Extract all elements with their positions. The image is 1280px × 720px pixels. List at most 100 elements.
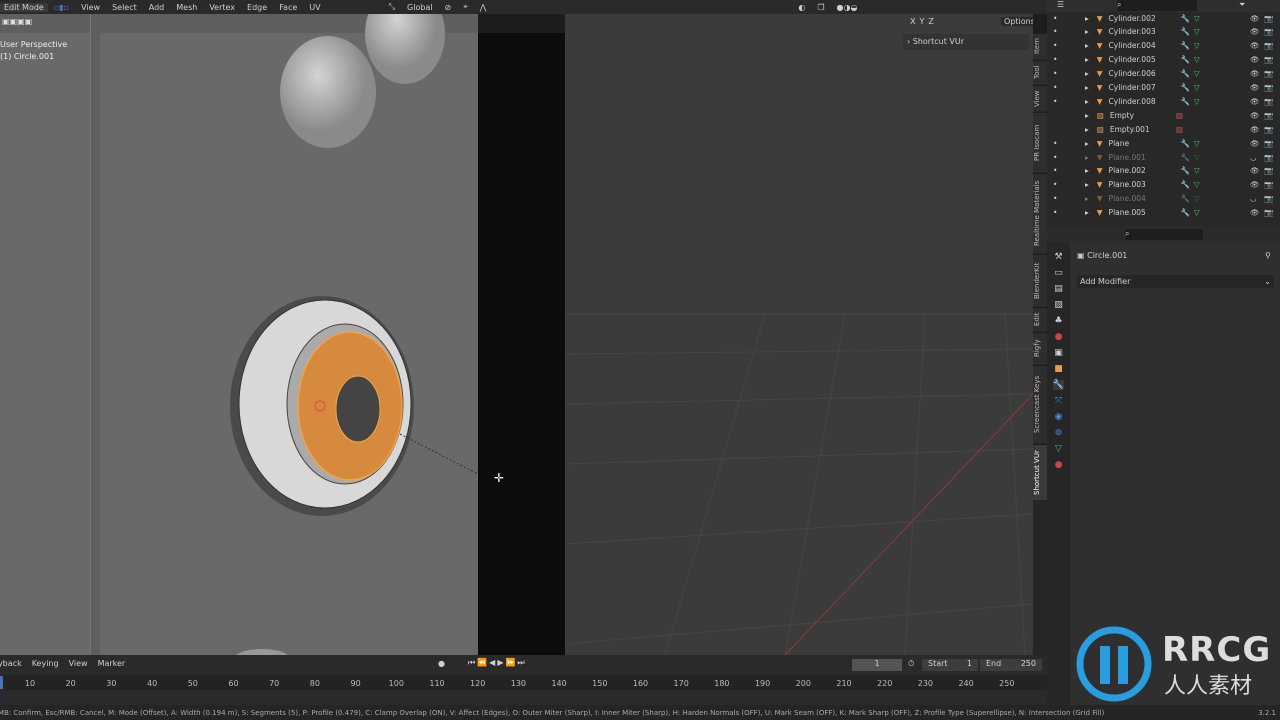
visibility-eye-icon[interactable]: 👁 — [1250, 111, 1260, 120]
start-frame-field[interactable]: Start 1 — [922, 659, 978, 671]
shortcut-vur-panel[interactable]: › Shortcut VUr — [903, 34, 1029, 50]
mode-select[interactable]: Edit Mode — [0, 2, 48, 12]
visibility-eye-icon[interactable]: 👁 — [1250, 208, 1260, 217]
visibility-eye-icon[interactable]: 👁 — [1250, 55, 1260, 64]
outliner-row[interactable]: • ▸ ▼ Cylinder.007 🔧 ▽ 👁 📷 — [1047, 81, 1280, 95]
expand-arrow-icon[interactable]: ▸ — [1085, 208, 1089, 217]
playback-menu[interactable]: Playback — [0, 659, 22, 668]
viewport-right[interactable]: X Y Z Options › Shortcut VUr — [565, 14, 1033, 655]
tool-tab-icon[interactable]: ⚒ — [1054, 252, 1062, 262]
tab-item[interactable]: Item — [1033, 33, 1047, 59]
empty-data-icon[interactable]: ▨ — [1176, 125, 1183, 134]
tab-blenderkit[interactable]: BlenderKit — [1033, 254, 1047, 306]
filter-icon[interactable]: ⏷ — [1239, 0, 1245, 10]
outliner-row[interactable]: • ▸ ▼ Cylinder.008 🔧 ▽ 👁 📷 — [1047, 94, 1280, 108]
keying-menu[interactable]: Keying — [32, 659, 59, 668]
modifier-icon[interactable]: 🔧 — [1181, 41, 1190, 50]
output-tab-icon[interactable]: ▤ — [1054, 284, 1063, 294]
expand-arrow-icon[interactable]: ▸ — [1085, 180, 1089, 189]
render-camera-icon[interactable]: 📷 — [1264, 139, 1273, 148]
xray-icon[interactable]: ❐ — [811, 3, 830, 12]
menu-vertex[interactable]: Vertex — [203, 3, 241, 12]
expand-arrow-icon[interactable]: ▸ — [1085, 125, 1089, 134]
render-camera-icon[interactable]: 📷 — [1264, 166, 1273, 175]
mesh-data-icon[interactable]: ▽ — [1194, 194, 1200, 203]
mesh-data-icon[interactable]: ▽ — [1194, 14, 1200, 23]
tab-tool[interactable]: Tool — [1033, 60, 1047, 84]
visibility-eye-icon[interactable]: 👁 — [1250, 180, 1260, 189]
render-camera-icon[interactable]: 📷 — [1264, 153, 1273, 162]
menu-uv[interactable]: UV — [303, 3, 326, 12]
view-layer-tab-icon[interactable]: ▨ — [1054, 300, 1063, 310]
modifier-icon[interactable]: 🔧 — [1181, 69, 1190, 78]
mesh-data-icon[interactable]: ▽ — [1194, 166, 1200, 175]
empty-data-icon[interactable]: ▨ — [1176, 111, 1183, 120]
mesh-data-icon[interactable]: ▽ — [1194, 139, 1200, 148]
render-camera-icon[interactable]: 📷 — [1264, 180, 1273, 189]
modifier-icon[interactable]: 🔧 — [1181, 153, 1190, 162]
visibility-eye-icon[interactable]: 👁 — [1250, 139, 1260, 148]
orientation-select[interactable]: Global — [401, 3, 439, 12]
material-tab-icon[interactable]: ● — [1055, 460, 1063, 470]
outliner-row[interactable]: •▸▨Empty▨👁📷 — [1047, 108, 1280, 122]
tab-view[interactable]: View — [1033, 85, 1047, 111]
outliner-row[interactable]: • ▸ ▼ Plane.001 🔧 ▽ ◡ 📷 — [1047, 150, 1280, 164]
modifier-icon[interactable]: 🔧 — [1181, 55, 1190, 64]
render-camera-icon[interactable]: 📷 — [1264, 27, 1273, 36]
outliner-row[interactable]: • ▸ ▼ Plane.004 🔧 ▽ ◡ 📷 — [1047, 192, 1280, 206]
expand-arrow-icon[interactable]: ▸ — [1085, 111, 1089, 120]
modifier-icon[interactable]: 🔧 — [1181, 208, 1190, 217]
record-icon[interactable]: ● — [438, 659, 445, 668]
collection-tab-icon[interactable]: ▣ — [1054, 348, 1063, 358]
mesh-data-icon[interactable]: ▽ — [1194, 153, 1200, 162]
modifier-icon[interactable]: 🔧 — [1181, 97, 1190, 106]
mesh-data-icon[interactable]: ▽ — [1194, 208, 1200, 217]
render-camera-icon[interactable]: 📷 — [1264, 208, 1273, 217]
current-frame-field[interactable]: 1 — [852, 659, 902, 671]
expand-arrow-icon[interactable]: ▸ — [1085, 97, 1089, 106]
render-tab-icon[interactable]: ▭ — [1054, 268, 1063, 278]
menu-select[interactable]: Select — [106, 3, 143, 12]
render-camera-icon[interactable]: 📷 — [1264, 83, 1273, 92]
mesh-data-icon[interactable]: ▽ — [1194, 41, 1200, 50]
outliner-row[interactable]: • ▸ ▼ Cylinder.004 🔧 ▽ 👁 📷 — [1047, 39, 1280, 53]
modifier-icon[interactable]: 🔧 — [1181, 14, 1190, 23]
mesh-data-icon[interactable]: ▽ — [1194, 97, 1200, 106]
outliner-row[interactable]: • ▸ ▼ Cylinder.002 🔧 ▽ 👁 📷 — [1047, 11, 1280, 25]
menu-face[interactable]: Face — [273, 3, 303, 12]
outliner-row[interactable]: • ▸ ▼ Cylinder.006 🔧 ▽ 👁 📷 — [1047, 67, 1280, 81]
visibility-eye-icon[interactable]: 👁 — [1250, 14, 1260, 23]
modifier-icon[interactable]: 🔧 — [1181, 139, 1190, 148]
tab-screencast-keys[interactable]: Screencast Keys — [1033, 365, 1047, 443]
expand-arrow-icon[interactable]: ▸ — [1085, 139, 1089, 148]
render-camera-icon[interactable]: 📷 — [1264, 97, 1273, 106]
display-mode-icon[interactable]: ☰ — [1057, 0, 1064, 9]
marker-menu[interactable]: Marker — [98, 659, 126, 668]
mesh-data-icon[interactable]: ▽ — [1194, 83, 1200, 92]
outliner-search[interactable]: ⌕ — [1117, 0, 1197, 11]
constraints-tab-icon[interactable]: ⊚ — [1055, 428, 1063, 438]
menu-add[interactable]: Add — [143, 3, 171, 12]
expand-arrow-icon[interactable]: ▸ — [1085, 194, 1089, 203]
visibility-eye-icon[interactable]: 👁 — [1250, 27, 1260, 36]
pivot-icon[interactable]: ⊘ — [439, 3, 458, 12]
render-camera-icon[interactable]: 📷 — [1264, 14, 1273, 23]
end-frame-field[interactable]: End 250 — [980, 659, 1042, 671]
render-camera-icon[interactable]: 📷 — [1264, 69, 1273, 78]
viewport-left[interactable]: ▣▣▣▣ User Perspective (1) Circle.001 — [0, 14, 478, 655]
visibility-eye-icon[interactable]: 👁 — [1250, 125, 1260, 134]
axis-y-button[interactable]: Y — [919, 17, 924, 26]
visibility-eye-icon[interactable]: 👁 — [1250, 97, 1260, 106]
axis-x-button[interactable]: X — [910, 17, 915, 26]
visibility-eye-icon[interactable]: 👁 — [1250, 83, 1260, 92]
outliner-row[interactable]: • ▸ ▼ Plane.005 🔧 ▽ 👁 📷 — [1047, 206, 1280, 220]
menu-view[interactable]: View — [75, 3, 106, 12]
outliner-row[interactable]: •▸▨Empty.001▨👁📷 — [1047, 122, 1280, 136]
expand-arrow-icon[interactable]: ▸ — [1085, 55, 1089, 64]
outliner-row[interactable]: • ▸ ▼ Cylinder.003 🔧 ▽ 👁 📷 — [1047, 25, 1280, 39]
overlay-icon[interactable]: ◐ — [792, 3, 811, 12]
playback-controls[interactable]: ⏮⏪◀▶⏩⏭ — [468, 658, 527, 668]
select-mode-buttons[interactable]: ▫▮▫ — [48, 3, 75, 12]
modifier-tab-icon[interactable]: 🔧 — [1052, 380, 1065, 390]
modifier-icon[interactable]: 🔧 — [1181, 166, 1190, 175]
